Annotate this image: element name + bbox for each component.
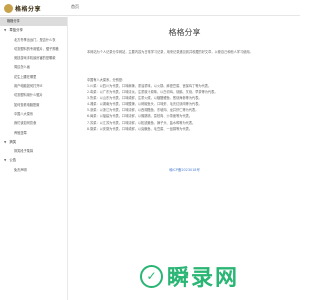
- sidebar-item[interactable]: 免责声明: [0, 166, 67, 175]
- sidebar-item[interactable]: 切割塑料的专用锯片，锯子规格: [0, 45, 67, 54]
- watermark-check-icon: ✓: [140, 264, 163, 288]
- sidebar-item[interactable]: 如何查看电脑配置: [0, 101, 67, 110]
- section-heading: 中国有八大菜系，分别是：: [87, 78, 126, 82]
- sidebar-group-label: 公告: [9, 158, 17, 163]
- sidebar-group-label: 搞笑: [9, 139, 17, 144]
- sidebar-item[interactable]: 中国八大菜系: [0, 110, 67, 119]
- sidebar-item[interactable]: 周边怎么画: [0, 63, 67, 72]
- sidebar-item[interactable]: 竞技游戏手机最厉害的是哪款: [0, 54, 67, 63]
- sidebar-item[interactable]: 搞笑段子集锦: [0, 147, 67, 156]
- list-item: 8.徽菜：以安徽为代表，口味咸鲜，以臭鳜鱼、毛豆腐、一品锅等为代表。: [87, 126, 193, 131]
- sidebar-item[interactable]: 切割塑料用什么锯片: [0, 91, 67, 100]
- caret-down-icon: ▼: [4, 139, 7, 144]
- sidebar-group-header[interactable]: ▼ 搞笑: [0, 138, 67, 147]
- logo-icon: [4, 3, 13, 13]
- sidebar-item[interactable]: 花生上腰在哪里: [0, 73, 67, 82]
- sidebar-item[interactable]: 用户电脑如何打开IE: [0, 82, 67, 91]
- top-bar: 格格分享 首页: [0, 0, 300, 16]
- sidebar-item[interactable]: 北方冬季出远门，是否什么衣: [0, 36, 67, 45]
- sidebar-group-header[interactable]: ▼ 公告: [0, 156, 67, 165]
- intro-paragraph: 本网站为个人记录分享网站，主要内容为日常学习记录，用来记录遇见到并收藏的好文章，…: [87, 50, 253, 54]
- icp-link[interactable]: 赣ICP备2023018号: [69, 167, 300, 172]
- sidebar-group-label: 草篮分享: [9, 28, 23, 33]
- sidebar-group-header[interactable]: ▼ 草篮分享: [0, 26, 67, 35]
- watermark-text: 瞬录网: [167, 266, 240, 291]
- cuisine-list: 1.川菜：以四川为代表，口味麻辣，重油重味，以火锅、麻婆豆腐、宫保鸡丁等为代表。…: [87, 83, 287, 132]
- sidebar-item[interactable]: 我们该如何饮食: [0, 119, 67, 128]
- caret-down-icon: ▼: [4, 28, 7, 33]
- sidebar-item-active[interactable]: 格格分享: [0, 17, 67, 27]
- sidebar-item[interactable]: 养殖蓝莓: [0, 129, 67, 138]
- site-logo[interactable]: 格格分享: [4, 3, 41, 13]
- caret-down-icon: ▼: [4, 158, 7, 163]
- nav-home-link[interactable]: 首页: [71, 4, 79, 10]
- page-title: 格格分享: [168, 28, 201, 37]
- logo-text: 格格分享: [15, 5, 42, 13]
- watermark: ✓ 瞬录网: [140, 258, 290, 294]
- sidebar-menu: 格格分享 ▼ 草篮分享 北方冬季出远门，是否什么衣 切割塑料的专用锯片，锯子规格 竞技游戏…: [0, 17, 68, 300]
